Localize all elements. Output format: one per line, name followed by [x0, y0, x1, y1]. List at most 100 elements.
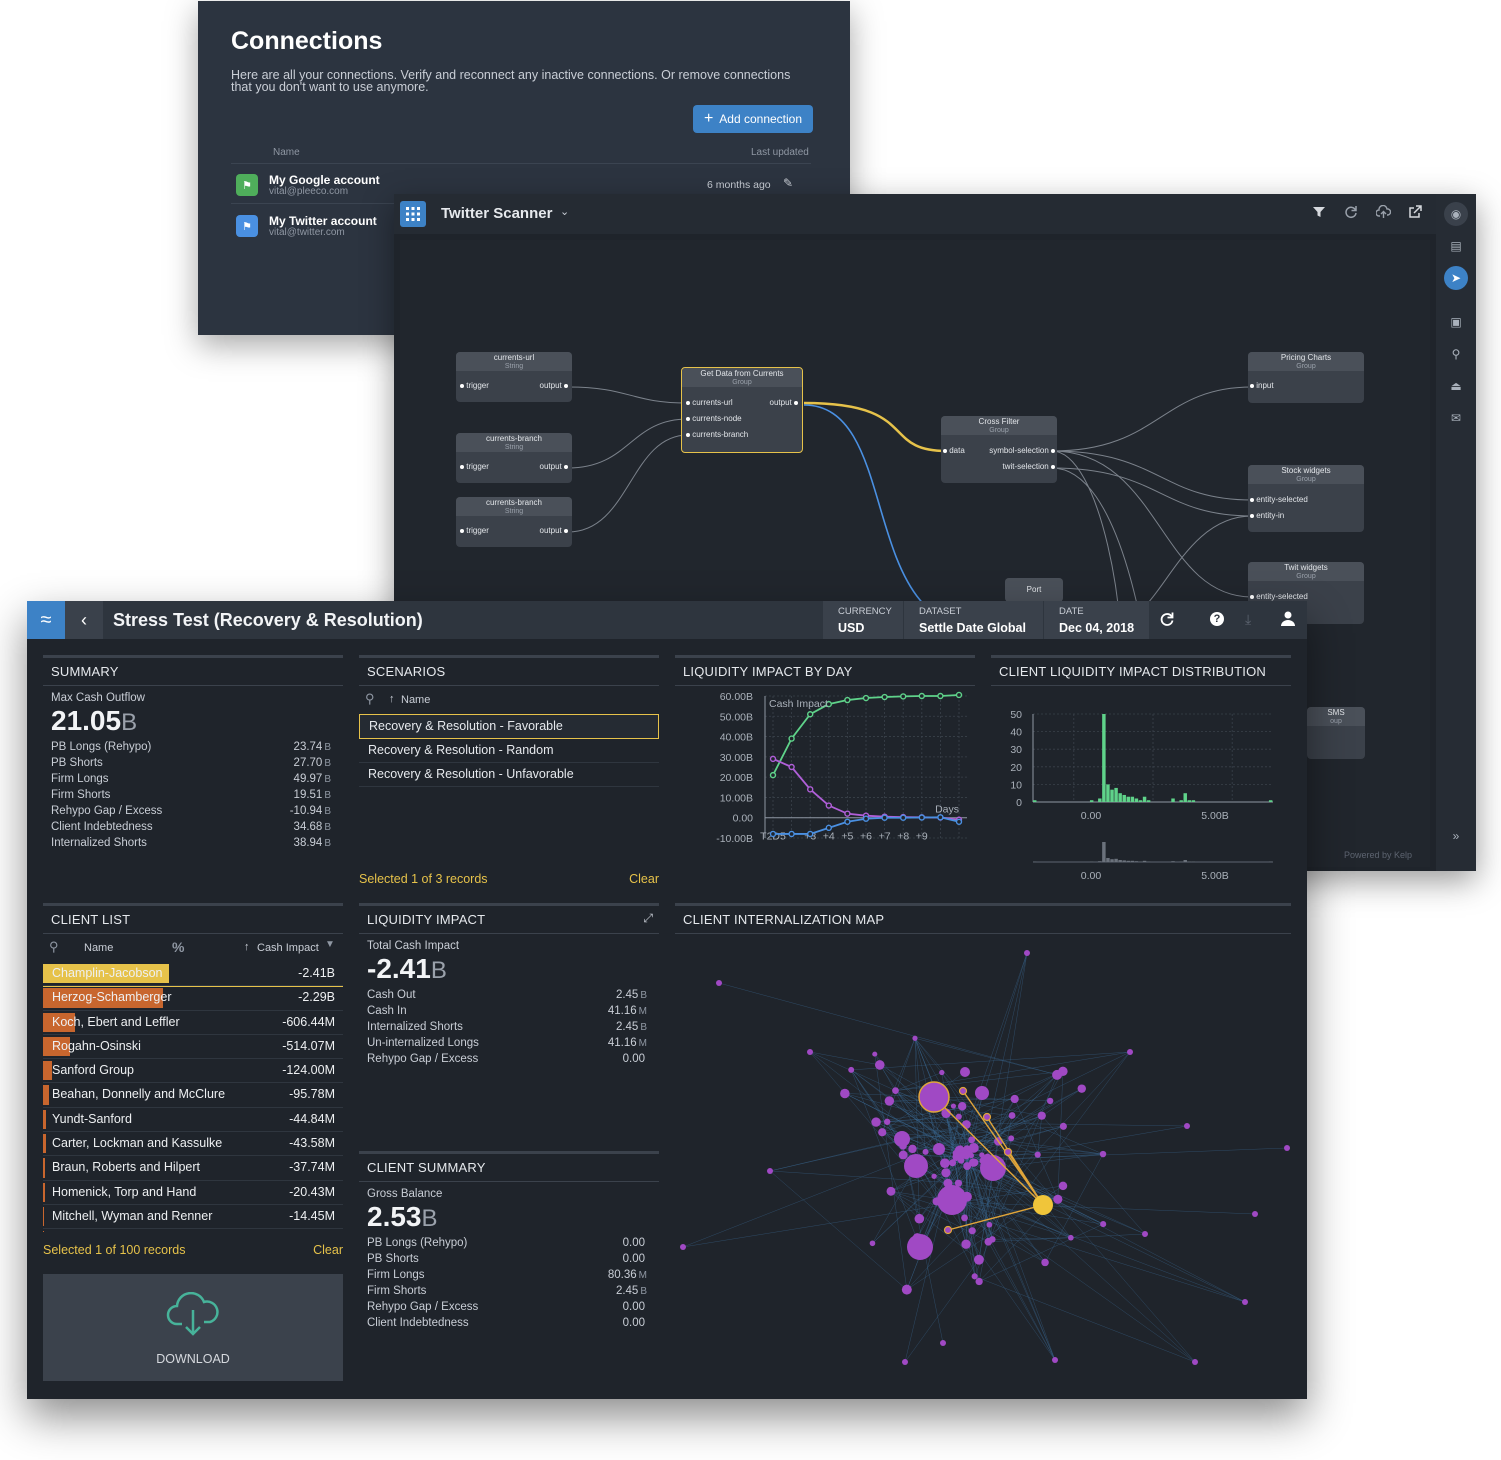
- edit-icon[interactable]: ✎: [783, 176, 793, 190]
- download-button[interactable]: DOWNLOAD: [43, 1274, 343, 1381]
- client-node: [902, 1359, 908, 1365]
- client-node: [1041, 1258, 1049, 1267]
- date-selector[interactable]: DATE Dec 04, 2018: [1044, 601, 1149, 639]
- double-chevron-right-icon[interactable]: »: [1444, 824, 1468, 848]
- panel-icon[interactable]: ▣: [1444, 310, 1468, 334]
- client-node: [908, 1144, 917, 1154]
- sort-up-icon[interactable]: ↑: [389, 693, 395, 705]
- node-title: currents-branch: [485, 498, 543, 507]
- client-rows[interactable]: Champlin-Jacobson -2.41B Herzog-Schamberge…: [43, 962, 343, 1232]
- client-name: Sanford Group: [52, 1063, 134, 1078]
- client-row[interactable]: Beahan, Donnelly and McClure -95.78M: [43, 1083, 343, 1108]
- metric-unit: B: [324, 758, 331, 769]
- search-icon[interactable]: ⚲: [1444, 342, 1468, 366]
- date-value: Dec 04, 2018: [1059, 621, 1135, 635]
- scenarios-clear-link[interactable]: Clear: [629, 872, 659, 886]
- metric-row: Un-internalized Longs 41.16 M: [367, 1035, 647, 1051]
- liquidity-line-chart[interactable]: 60.00B 50.00B 40.00B 30.00B 20.00B 10.00B 0.00…: [675, 686, 975, 858]
- metric-label: Rehypo Gap / Excess: [367, 1053, 479, 1065]
- data-point: [769, 771, 777, 779]
- client-row[interactable]: Champlin-Jacobson -2.41B: [43, 962, 343, 988]
- node-get-data[interactable]: Get Data from Currents Group currents-url…: [681, 367, 803, 453]
- node-port[interactable]: Port: [1005, 578, 1063, 602]
- node-pricing-charts[interactable]: Pricing Charts Group input: [1248, 352, 1364, 403]
- external-link-icon[interactable]: [1408, 205, 1422, 224]
- client-row[interactable]: Rogahn-Osinski -514.07M: [43, 1035, 343, 1060]
- client-row[interactable]: Homenick, Torp and Hand -20.43M: [43, 1181, 343, 1205]
- caret-down-icon[interactable]: ▼: [325, 939, 335, 950]
- eye-icon[interactable]: ◉: [1444, 202, 1468, 226]
- client-node: [1099, 1150, 1107, 1158]
- add-connection-button[interactable]: + Add connection: [693, 105, 813, 133]
- client-row[interactable]: Braun, Roberts and Hilpert -37.74M: [43, 1156, 343, 1181]
- percent-toggle[interactable]: %: [172, 939, 184, 955]
- layout-icon[interactable]: ▤: [1444, 234, 1468, 258]
- user-icon[interactable]: [1281, 611, 1295, 631]
- edge: [988, 1233, 1146, 1243]
- chevron-down-icon[interactable]: ⌄: [560, 205, 569, 218]
- search-icon[interactable]: ⚲: [49, 939, 59, 955]
- clients-clear-link[interactable]: Clear: [313, 1243, 343, 1257]
- node-currents-branch[interactable]: currents-branch String trigger output: [456, 497, 572, 547]
- client-node: [1008, 1112, 1016, 1119]
- metric-row: Rehypo Gap / Excess 0.00: [367, 1299, 647, 1315]
- scenario-name-header[interactable]: Name: [401, 694, 430, 706]
- client-row[interactable]: Robel-Kunde -13.52M: [43, 1229, 343, 1232]
- client-summary-panel: CLIENT SUMMARY Gross Balance 2.53B PB Lo…: [359, 1151, 659, 1351]
- client-node: [1142, 1231, 1148, 1237]
- comments-icon[interactable]: ✉: [1444, 406, 1468, 430]
- back-chevron-icon[interactable]: ‹: [65, 601, 103, 639]
- client-node: [980, 1155, 1006, 1181]
- menu-waves-icon[interactable]: ≈: [27, 601, 65, 639]
- y-tick-label: 40.00B: [720, 732, 753, 744]
- metric-row: Firm Longs 49.97 B: [51, 771, 331, 787]
- apps-grid-icon[interactable]: [400, 201, 426, 227]
- node-stock-widgets[interactable]: Stock widgets Group entity-selected entit…: [1248, 465, 1364, 532]
- node-sms[interactable]: SMS oup: [1307, 707, 1365, 759]
- client-row[interactable]: Sanford Group -124.00M: [43, 1059, 343, 1084]
- currency-selector[interactable]: CURRENCY USD: [823, 601, 903, 639]
- filter-icon[interactable]: [1312, 205, 1326, 224]
- eject-icon[interactable]: ⏏: [1444, 374, 1468, 398]
- sort-up-icon[interactable]: ↑: [244, 941, 250, 953]
- cash-impact-bar: [43, 1134, 46, 1154]
- node-currents-url[interactable]: currents-url String trigger output: [456, 352, 572, 402]
- client-node: [1003, 1147, 1013, 1157]
- node-cross-filter[interactable]: Cross Filter Group data symbol-selection …: [941, 416, 1057, 483]
- client-row[interactable]: Mitchell, Wyman and Renner -14.45M: [43, 1205, 343, 1230]
- search-icon[interactable]: ⚲: [365, 691, 375, 707]
- client-row[interactable]: Yundt-Sanford -44.84M: [43, 1108, 343, 1133]
- client-row[interactable]: Carter, Lockman and Kassulke -43.58M: [43, 1132, 343, 1157]
- client-row[interactable]: Herzog-Schamberger -2.29B: [43, 986, 343, 1011]
- client-row[interactable]: Koch, Ebert and Leffler -606.44M: [43, 1011, 343, 1035]
- help-icon[interactable]: ?: [1210, 612, 1224, 626]
- scenario-item[interactable]: Recovery & Resolution - Unfavorable: [359, 763, 659, 787]
- dataset-value: Settle Date Global: [919, 621, 1026, 635]
- scenarios-column-header[interactable]: ⚲ ↑ Name: [359, 686, 659, 714]
- client-name-header[interactable]: Name: [84, 942, 113, 954]
- client-node: [894, 1131, 910, 1147]
- dataset-selector[interactable]: DATASET Settle Date Global: [904, 601, 1043, 639]
- scenario-item[interactable]: Recovery & Resolution - Random: [359, 739, 659, 763]
- node-title: Pricing Charts: [1280, 353, 1332, 362]
- port-label: symbol-selection: [989, 446, 1049, 455]
- metric-row: Client Indebtedness 0.00: [367, 1315, 647, 1331]
- client-node: [767, 1168, 773, 1174]
- app-title[interactable]: Twitter Scanner: [441, 205, 552, 222]
- connection-row[interactable]: ⚑ My Twitter account vital@twitter.com: [236, 214, 396, 240]
- internalization-network[interactable]: [675, 934, 1291, 1383]
- distribution-histogram[interactable]: 50 40 30 20 10 0 0.00 5.00B 0.00 5.00B: [991, 686, 1291, 884]
- node-currents-branch[interactable]: currents-branch String trigger output: [456, 433, 572, 483]
- client-node: [1058, 1181, 1068, 1191]
- expand-icon[interactable]: ⤢: [643, 911, 653, 926]
- refresh-icon[interactable]: [1159, 611, 1175, 632]
- client-node: [986, 1221, 993, 1228]
- cloud-upload-icon[interactable]: [1375, 204, 1392, 224]
- metric-row: Cash Out 2.45 B: [367, 987, 647, 1003]
- download-icon[interactable]: ⤓: [1245, 611, 1251, 628]
- cash-impact-header[interactable]: Cash Impact: [257, 942, 319, 954]
- share-icon[interactable]: ➤: [1444, 266, 1468, 290]
- scenario-item[interactable]: Recovery & Resolution - Favorable: [359, 714, 659, 739]
- metric-value: -10.94: [289, 805, 323, 817]
- refresh-icon[interactable]: [1344, 205, 1358, 224]
